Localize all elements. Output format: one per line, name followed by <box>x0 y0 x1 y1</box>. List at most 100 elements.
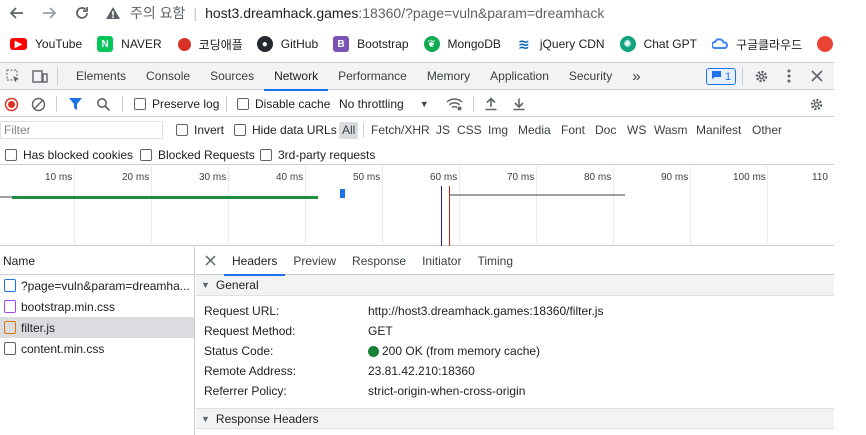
bookmark-youtube[interactable]: ▶ YouTube <box>10 37 82 51</box>
record-stop-icon[interactable] <box>4 96 19 112</box>
clear-icon[interactable] <box>31 96 46 112</box>
bookmark-bootstrap[interactable]: B Bootstrap <box>333 36 409 52</box>
request-row[interactable]: content.min.css <box>0 338 194 359</box>
general-section-header[interactable]: ▼ General <box>196 275 834 296</box>
tab-response[interactable]: Response <box>344 247 414 275</box>
google-cloud-icon <box>711 36 728 52</box>
export-har-download-icon[interactable] <box>512 96 526 112</box>
bookmark-naver[interactable]: N NAVER <box>97 36 162 52</box>
forward-arrow-icon[interactable] <box>38 2 60 24</box>
bookmark-google-cloud[interactable]: 구글클라우드 <box>711 36 803 53</box>
preserve-log-checkbox[interactable]: Preserve log <box>134 96 219 112</box>
youtube-icon: ▶ <box>10 38 27 50</box>
third-party-requests-checkbox[interactable]: 3rd-party requests <box>260 147 375 163</box>
has-blocked-cookies-label: Has blocked cookies <box>23 148 134 162</box>
tab-elements[interactable]: Elements <box>66 63 136 90</box>
disable-cache-checkbox[interactable]: Disable cache <box>237 96 330 112</box>
checkbox-box[interactable] <box>134 98 146 110</box>
type-filter-js[interactable]: JS <box>433 122 453 139</box>
request-name: ?page=vuln&param=dreamha... <box>21 278 190 293</box>
tab-network[interactable]: Network <box>264 63 329 91</box>
response-headers-section-header[interactable]: ▼ Response Headers <box>196 408 834 429</box>
checkbox-box[interactable] <box>237 98 249 110</box>
filter-funnel-icon[interactable] <box>68 96 83 112</box>
request-name: filter.js <box>21 320 56 335</box>
filter-input[interactable]: Filter <box>0 121 163 139</box>
tab-headers[interactable]: Headers <box>224 247 286 276</box>
omnibox[interactable]: 주의 요함 | host3.dreamhack.games:18360/?pag… <box>104 0 604 26</box>
more-tabs-chevron-icon[interactable]: » <box>622 63 650 90</box>
name-column-header[interactable]: Name <box>0 247 194 275</box>
checkbox-box[interactable] <box>140 149 152 161</box>
settings-gear-icon[interactable] <box>753 68 769 84</box>
invert-checkbox[interactable]: Invert <box>176 122 224 138</box>
script-icon <box>4 321 16 334</box>
reload-icon[interactable] <box>71 2 93 24</box>
inspect-element-icon[interactable] <box>5 68 21 84</box>
bookmark-label: 구글클라우드 <box>735 37 803 52</box>
url-path: :18360/?page=vuln&param=dreamhack <box>358 5 605 21</box>
search-icon[interactable] <box>96 96 111 112</box>
checkbox-box[interactable] <box>5 149 17 161</box>
has-blocked-cookies-checkbox[interactable]: Has blocked cookies <box>5 147 133 163</box>
tabbar-divider <box>57 68 58 85</box>
close-details-icon[interactable] <box>196 247 224 275</box>
network-conditions-wifi-icon[interactable] <box>446 96 463 112</box>
type-filter-ws[interactable]: WS <box>624 122 649 139</box>
type-filter-fetch-xhr[interactable]: Fetch/XHR <box>368 122 433 139</box>
throttling-select[interactable]: No throttling ▼ <box>339 96 429 112</box>
bookmark-codingapple[interactable]: 코딩애플 <box>177 36 243 53</box>
tab-preview[interactable]: Preview <box>285 247 344 275</box>
header-key: Referrer Policy: <box>204 384 287 398</box>
checkbox-box[interactable] <box>234 124 246 136</box>
tab-memory[interactable]: Memory <box>417 63 480 90</box>
chatgpt-icon: ✺ <box>619 36 636 52</box>
bookmark-github[interactable]: ● GitHub <box>256 36 318 52</box>
hide-data-urls-checkbox[interactable]: Hide data URLs <box>234 122 337 138</box>
checkbox-box[interactable] <box>176 124 188 136</box>
tab-performance[interactable]: Performance <box>328 63 417 90</box>
network-overview-timeline[interactable]: 10 ms 20 ms 30 ms 40 ms 50 ms 60 ms 70 m… <box>0 166 834 246</box>
tab-security[interactable]: Security <box>559 63 622 90</box>
tab-sources[interactable]: Sources <box>200 63 264 90</box>
tab-timing[interactable]: Timing <box>469 247 521 275</box>
bookmark-mongodb[interactable]: ❦ MongoDB <box>423 36 501 52</box>
tab-application[interactable]: Application <box>480 63 559 90</box>
type-filter-css[interactable]: CSS <box>454 122 485 139</box>
type-filter-manifest[interactable]: Manifest <box>693 122 744 139</box>
disable-cache-label: Disable cache <box>255 97 331 111</box>
timeline-tick-label: 30 ms <box>199 172 227 183</box>
type-filter-media[interactable]: Media <box>515 122 554 139</box>
network-toolbar: Preserve log Disable cache No throttling… <box>0 91 834 117</box>
issues-badge[interactable]: 1 <box>706 68 737 85</box>
bookmark-overflow[interactable] <box>817 36 841 52</box>
device-toolbar-icon[interactable] <box>32 68 48 84</box>
type-filter-font[interactable]: Font <box>558 122 588 139</box>
more-options-kebab-icon[interactable] <box>781 68 797 84</box>
request-row-selected[interactable]: filter.js <box>0 317 194 338</box>
request-row[interactable]: ?page=vuln&param=dreamha... <box>0 275 194 296</box>
type-filter-all[interactable]: All <box>339 122 359 139</box>
bookmark-jquery[interactable]: ≋ jQuery CDN <box>516 36 605 52</box>
status-green-dot-icon <box>368 345 379 357</box>
header-row: Referrer Policy: strict-origin-when-cros… <box>196 381 834 401</box>
type-filter-wasm[interactable]: Wasm <box>651 122 691 139</box>
request-row[interactable]: bootstrap.min.css <box>0 296 194 317</box>
request-list: Name ?page=vuln&param=dreamha... bootstr… <box>0 247 195 435</box>
blocked-requests-checkbox[interactable]: Blocked Requests <box>140 147 255 163</box>
import-har-upload-icon[interactable] <box>484 96 498 112</box>
security-label[interactable]: 주의 요함 <box>130 3 185 23</box>
tab-console[interactable]: Console <box>136 63 200 90</box>
tab-initiator[interactable]: Initiator <box>414 247 469 275</box>
type-filter-other[interactable]: Other <box>749 122 785 139</box>
back-arrow-icon[interactable] <box>6 2 28 24</box>
timeline-document-bar <box>12 196 318 199</box>
type-filter-img[interactable]: Img <box>485 122 511 139</box>
checkbox-box[interactable] <box>260 149 272 161</box>
bookmark-label: NAVER <box>121 37 162 51</box>
request-name: bootstrap.min.css <box>21 299 116 314</box>
network-settings-gear-icon[interactable] <box>809 96 824 112</box>
bookmark-chatgpt[interactable]: ✺ Chat GPT <box>619 36 697 52</box>
type-filter-doc[interactable]: Doc <box>592 122 619 139</box>
close-devtools-icon[interactable] <box>809 68 825 84</box>
